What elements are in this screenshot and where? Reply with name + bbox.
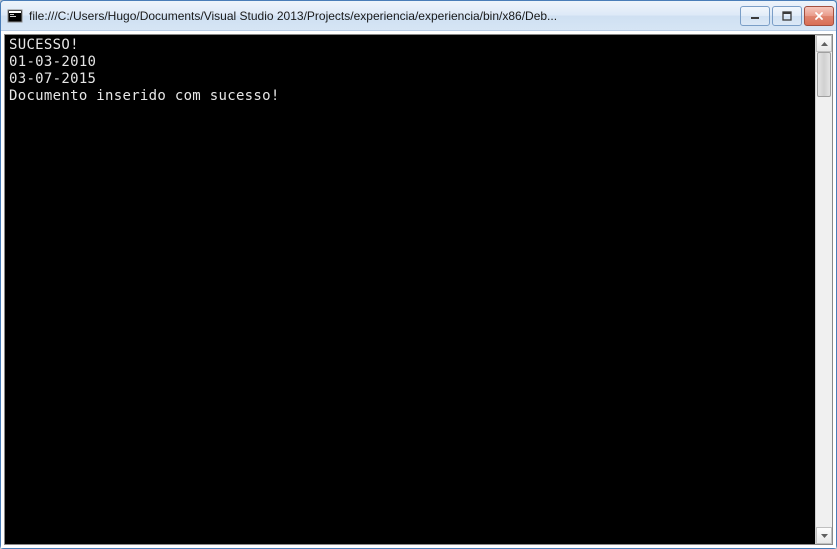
maximize-icon [781,11,793,21]
close-button[interactable] [804,6,834,26]
chevron-down-icon [821,534,828,538]
scroll-up-button[interactable] [816,35,832,52]
console-line: Documento inserido com sucesso! [9,88,811,105]
console-output[interactable]: SUCESSO! 01-03-2010 03-07-2015 Documento… [5,35,815,544]
client-area: SUCESSO! 01-03-2010 03-07-2015 Documento… [1,31,836,548]
scroll-down-button[interactable] [816,527,832,544]
console-window: file:///C:/Users/Hugo/Documents/Visual S… [0,0,837,549]
console-line: SUCESSO! [9,37,811,54]
console-line: 03-07-2015 [9,71,811,88]
console-line: 01-03-2010 [9,54,811,71]
scroll-track[interactable] [816,52,832,527]
vertical-scrollbar[interactable] [815,35,832,544]
minimize-button[interactable] [740,6,770,26]
chevron-up-icon [821,42,828,46]
app-icon [7,8,23,24]
minimize-icon [749,11,761,21]
scroll-thumb[interactable] [817,52,831,97]
console-wrapper: SUCESSO! 01-03-2010 03-07-2015 Documento… [4,34,833,545]
window-title: file:///C:/Users/Hugo/Documents/Visual S… [29,9,740,23]
window-controls [740,6,834,26]
titlebar[interactable]: file:///C:/Users/Hugo/Documents/Visual S… [1,1,836,31]
maximize-button[interactable] [772,6,802,26]
close-icon [813,11,825,21]
